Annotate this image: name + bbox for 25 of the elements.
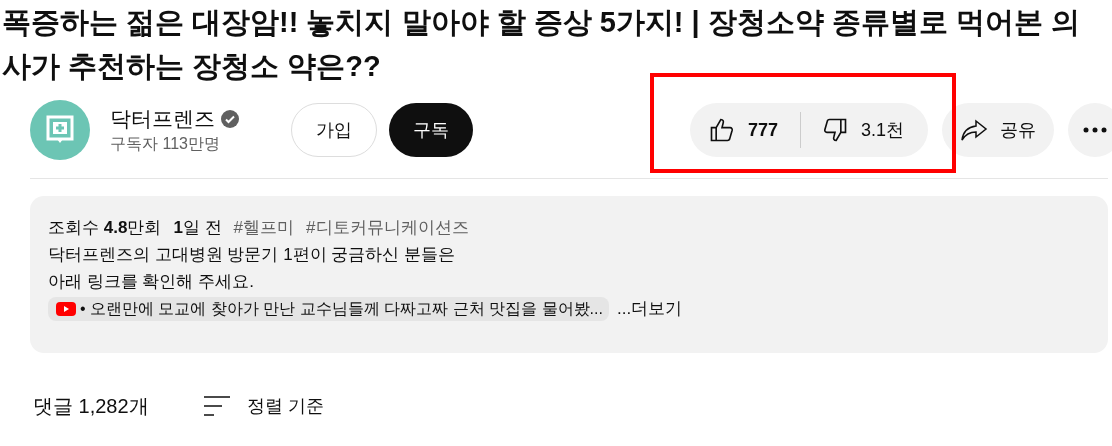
comment-count: 댓글 1,282개 [33,394,149,419]
play-logo-icon [56,301,76,316]
more-icon [1083,127,1107,133]
more-actions-button[interactable] [1068,103,1112,157]
dislike-button[interactable]: 3.1천 [800,103,928,157]
sort-button[interactable]: 정렬 기준 [202,392,324,420]
subscribe-button[interactable]: 구독 [389,103,473,157]
show-more-link[interactable]: ...더보기 [616,295,683,322]
description-text: 닥터프렌즈의 고대병원 방문기 1편이 궁금하신 분들은 [48,244,457,266]
hashtag-link[interactable]: #헬프미 [233,214,295,241]
description-panel[interactable]: 조회수 4.8만회 1일 전 #헬프미 #디토커뮤니케이션즈 닥터프렌즈의 고대병원 방문기 1편이 궁금하신 분들은 아래 링크를 확인해 주세요. • 오랜만에 모교에 찾아가 만난 교수님들께 다짜고짜 근처 맛집을 물어봤... ...더보기 [30,196,1108,353]
upload-date: 1일 전 [173,217,222,239]
video-link-chip[interactable]: • 오랜만에 모교에 찾아가 만난 교수님들께 다짜고짜 근처 맛집을 물어봤... [48,296,609,321]
channel-name[interactable]: 닥터프렌즈 [110,105,215,133]
hashtag-link[interactable]: #디토커뮤니케이션즈 [306,214,469,241]
share-button[interactable]: 공유 [942,103,1054,157]
medical-cross-icon [46,115,74,145]
video-title: 폭증하는 젊은 대장암!! 놓치지 말아야 할 증상 5가지! | 장청소약 종류별로 먹어본 의사가 추천하는 장청소 약은?? [2,5,1081,84]
view-count: 조회수 4.8만회 [48,217,162,239]
subscriber-count: 구독자 113만명 [110,134,221,154]
share-arrow-icon [960,118,988,142]
description-text: 아래 링크를 확인해 주세요. [48,271,255,293]
sort-lines-icon [202,395,231,417]
join-button[interactable]: 가입 [291,103,377,157]
like-button[interactable]: 777 [689,103,800,157]
